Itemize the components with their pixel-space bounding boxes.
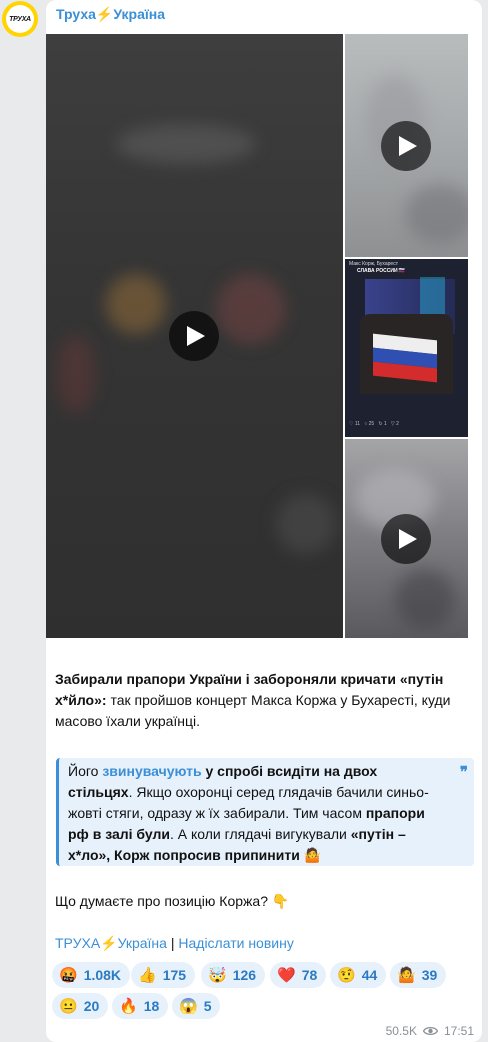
post-question: Що думаєте про позицію Коржа? 👇 bbox=[55, 893, 290, 909]
quote-block: Його звинувачують у спробі всидіти на дв… bbox=[56, 758, 474, 866]
reaction-thumbs-up[interactable]: 👍 175 bbox=[131, 962, 196, 988]
quote-text: Його bbox=[68, 763, 103, 779]
video-thumbnail-bottom[interactable] bbox=[345, 439, 468, 638]
reaction-count: 18 bbox=[143, 998, 160, 1014]
photo-caption: Макс Корж, Бухарест bbox=[349, 261, 398, 267]
screaming-face-icon: 😱 bbox=[179, 998, 198, 1015]
quote-text: . А коли глядачі вигукували bbox=[170, 826, 351, 842]
thumbs-up-icon: 👍 bbox=[138, 967, 157, 984]
post-footer-links: ТРУХА⚡Україна | Надіслати новину bbox=[55, 935, 294, 952]
reaction-count: 1.08K bbox=[83, 967, 122, 983]
video-thumbnail-main[interactable] bbox=[46, 34, 343, 638]
reaction-raised-eyebrow[interactable]: 🤨 44 bbox=[330, 962, 387, 988]
reaction-shrug[interactable]: 🤷 39 bbox=[390, 962, 447, 988]
message-meta: 50.5K 17:51 bbox=[386, 1024, 474, 1038]
reaction-count: 78 bbox=[301, 967, 318, 983]
photo-thumbnail[interactable]: Макс Корж, Бухарест СЛАВА РОССИИ 🇷🇺 ♡ 11… bbox=[345, 259, 468, 437]
media-album: Макс Корж, Бухарест СЛАВА РОССИИ 🇷🇺 ♡ 11… bbox=[46, 34, 468, 638]
reaction-mind-blown[interactable]: 🤯 126 bbox=[201, 962, 266, 988]
reaction-count: 39 bbox=[421, 967, 438, 983]
play-icon bbox=[399, 529, 417, 549]
video-thumbnail-top[interactable] bbox=[345, 34, 468, 257]
reaction-angry[interactable]: 🤬 1.08K bbox=[52, 962, 131, 988]
reaction-scream[interactable]: 😱 5 bbox=[172, 993, 221, 1019]
quote-emoji: 🤷 bbox=[303, 847, 322, 863]
reaction-neutral[interactable]: 😐 20 bbox=[52, 993, 109, 1019]
reaction-count: 175 bbox=[162, 967, 187, 983]
reaction-count: 20 bbox=[83, 998, 100, 1014]
shrug-icon: 🤷 bbox=[397, 967, 416, 984]
channel-name[interactable]: Труха⚡Україна bbox=[56, 6, 165, 23]
play-icon bbox=[399, 136, 417, 156]
angry-face-icon: 🤬 bbox=[59, 967, 78, 984]
fire-icon: 🔥 bbox=[119, 998, 138, 1015]
eye-icon bbox=[422, 1026, 438, 1036]
post-lead: так пройшов концерт Макса Коржа у Бухаре… bbox=[55, 692, 451, 729]
reaction-fire[interactable]: 🔥 18 bbox=[112, 993, 169, 1019]
reaction-count: 44 bbox=[361, 967, 378, 983]
heart-icon: ❤️ bbox=[277, 967, 296, 984]
play-button-main[interactable] bbox=[169, 311, 219, 361]
channel-avatar[interactable]: ТРУХА bbox=[2, 1, 38, 37]
view-count: 50.5K bbox=[385, 1024, 417, 1038]
raised-eyebrow-icon: 🤨 bbox=[337, 967, 356, 984]
reaction-count: 126 bbox=[232, 967, 257, 983]
quote-icon: ❞ bbox=[459, 764, 468, 781]
footer-separator: | bbox=[166, 935, 179, 951]
channel-logo: ТРУХА bbox=[6, 5, 34, 33]
reaction-count: 5 bbox=[203, 998, 212, 1014]
quote-link[interactable]: звинувачують bbox=[102, 763, 201, 779]
send-news-link[interactable]: Надіслати новину bbox=[178, 935, 293, 951]
channel-link[interactable]: ТРУХА⚡Україна bbox=[55, 935, 167, 951]
neutral-face-icon: 😐 bbox=[59, 998, 78, 1015]
photo-title: СЛАВА РОССИИ 🇷🇺 bbox=[357, 268, 406, 274]
flag-image bbox=[373, 333, 437, 383]
play-button-bottom[interactable] bbox=[381, 514, 431, 564]
reaction-heart[interactable]: ❤️ 78 bbox=[270, 962, 327, 988]
post-lead-paragraph: Забирали прапори України і забороняли кр… bbox=[55, 669, 475, 732]
mind-blown-icon: 🤯 bbox=[208, 967, 227, 984]
play-icon bbox=[187, 326, 205, 346]
message-time: 17:51 bbox=[443, 1024, 474, 1038]
play-button-top[interactable] bbox=[381, 121, 431, 171]
